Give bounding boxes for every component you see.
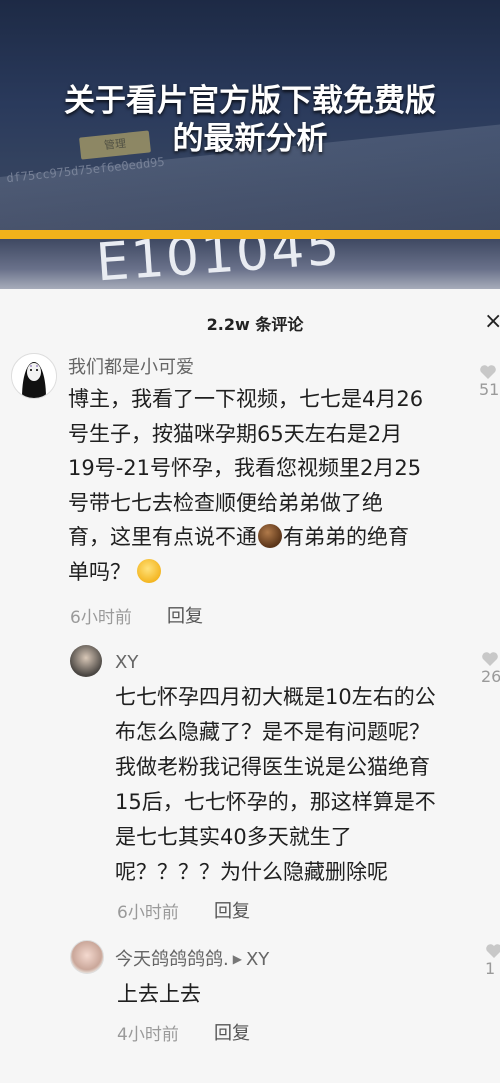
heart-icon — [482, 652, 498, 666]
comment-line: 呢？？？？为什么隐藏删除呢 — [115, 860, 388, 884]
comment-author-name[interactable]: 今天鸽鸽鸽鸽. — [115, 949, 229, 970]
article-banner: 管理 df75cc975d75ef6e0edd95 关于看片官方版下载免费版 的… — [0, 0, 500, 232]
like-button[interactable]: 1 — [485, 943, 500, 978]
comment-line: 号带七七去检查顺便给弟弟做了绝 — [68, 490, 383, 515]
like-count: 26 — [481, 667, 500, 686]
comment-author[interactable]: XY — [115, 652, 138, 673]
comment-line-part: 育，这里有点说不通 — [68, 525, 257, 549]
comment-line: 育，这里有点说不通 有弟弟的绝育 — [68, 520, 478, 555]
pleading-emoji-icon — [137, 558, 161, 583]
heart-icon — [486, 944, 500, 958]
comment-line: 19号-21号怀孕，我看您视频里2月25 — [68, 456, 422, 480]
comment-line: 七七怀孕四月初大概是10左右的公 — [115, 685, 436, 709]
comment-line-part: 单吗？ — [68, 559, 131, 584]
coconut-emoji-icon — [258, 524, 282, 548]
close-icon[interactable]: × — [484, 309, 500, 334]
avatar[interactable] — [11, 353, 57, 399]
comment-body: 博主，我看了一下视频，七七是4月26 号生子，按猫咪孕期65天左右是2月 19号… — [68, 382, 478, 589]
heart-icon — [480, 365, 496, 379]
comment-time: 4小时前 — [117, 1025, 179, 1045]
article-title-line-1: 关于看片官方版下载免费版 — [64, 83, 436, 119]
article-title-line-2: 的最新分析 — [172, 121, 328, 157]
comment-time: 6小时前 — [70, 608, 132, 628]
comment-author[interactable]: 我们都是小可爱 — [68, 353, 194, 379]
comment-line: 15后，七七怀孕的，那这样算是不 — [115, 790, 436, 814]
reply-to-name[interactable]: XY — [246, 949, 269, 970]
comment-line: 我做老粉我记得医生说是公猫绝育 — [115, 755, 430, 779]
comment-line: 布怎么隐藏了？是不是有问题呢？ — [115, 720, 430, 744]
comment-line: 博主，我看了一下视频，七七是4月26 — [68, 387, 424, 411]
comment-line-part: 有弟弟的绝育 — [283, 525, 409, 549]
screen-big-number: E101045 — [94, 239, 344, 289]
comment-line: 上去上去 — [117, 982, 201, 1006]
like-count: 51 — [479, 380, 500, 399]
reply-button[interactable]: 回复 — [167, 602, 203, 628]
comment-sheet-header: 2.2w 条评论 × — [0, 289, 500, 355]
like-button[interactable]: 51 — [479, 364, 499, 399]
comment-sheet: 2.2w 条评论 × 我们都是小可爱 博主，我看了一下视频，七七是4月26 号生… — [0, 289, 500, 1083]
avatar[interactable] — [70, 645, 102, 677]
comment-body: 上去上去 — [117, 977, 487, 1012]
reply-arrow-icon: ▶ — [232, 952, 242, 966]
reply-button[interactable]: 回复 — [214, 1019, 250, 1045]
reply-button[interactable]: 回复 — [214, 897, 250, 923]
article-title: 关于看片官方版下载免费版 的最新分析 — [0, 82, 500, 158]
like-count: 1 — [485, 959, 496, 978]
photo-strip: E101045 — [0, 239, 500, 289]
avatar-noface-icon — [12, 354, 56, 398]
comment-body: 七七怀孕四月初大概是10左右的公 布怎么隐藏了？是不是有问题呢？ 我做老粉我记得… — [115, 680, 485, 890]
comment-count-title: 2.2w 条评论 — [206, 315, 304, 334]
comment-line: 是七七其实40多天就生了 — [115, 825, 352, 849]
comment-time: 6小时前 — [117, 903, 179, 923]
avatar[interactable] — [70, 940, 104, 974]
accent-divider — [0, 230, 500, 239]
comment-line: 单吗？ — [68, 555, 478, 590]
comment-line: 号生子，按猫咪孕期65天左右是2月 — [68, 421, 403, 446]
like-button[interactable]: 26 — [481, 651, 500, 686]
comment-author: 今天鸽鸽鸽鸽. ▶ XY — [115, 945, 269, 971]
